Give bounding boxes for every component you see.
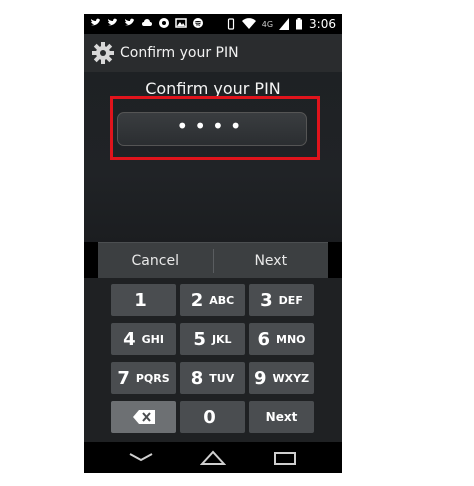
image-icon xyxy=(175,18,187,28)
pin-input[interactable]: •••• xyxy=(117,112,307,146)
key-number: 4 xyxy=(123,328,136,350)
back-icon[interactable] xyxy=(128,450,154,464)
delete-key[interactable] xyxy=(111,401,176,433)
pin-content-area: Confirm your PIN •••• xyxy=(84,72,342,242)
key-8[interactable]: 8 TUV xyxy=(180,362,245,394)
cancel-button[interactable]: Cancel xyxy=(98,243,213,279)
key-letters: WXYZ xyxy=(272,371,310,385)
backspace-icon xyxy=(132,410,155,424)
key-9[interactable]: 9 WXYZ xyxy=(249,362,314,394)
key-number: 7 xyxy=(117,367,130,389)
key-1[interactable]: 1 xyxy=(111,284,176,316)
key-number: 2 xyxy=(190,289,204,311)
key-0[interactable]: 0 xyxy=(180,401,245,433)
key-number: 0 xyxy=(203,406,216,428)
key-2[interactable]: 2 ABC xyxy=(180,284,245,316)
key-number: 6 xyxy=(257,328,270,350)
twitter-icon xyxy=(125,18,135,26)
network-type: 4G xyxy=(261,19,274,29)
key-number: 1 xyxy=(134,289,147,311)
key-3[interactable]: 3 DEF xyxy=(249,284,314,316)
key-letters: DEF xyxy=(278,293,303,307)
key-number: 9 xyxy=(253,367,267,389)
key-letters: PQRS xyxy=(135,371,170,385)
chrome-icon xyxy=(159,18,169,28)
spotify-icon xyxy=(193,18,203,28)
key-number: 8 xyxy=(190,367,204,389)
key-number: 3 xyxy=(260,289,273,311)
action-buttons-row: Cancel Next xyxy=(98,242,328,279)
numeric-keypad: 1 2 ABC 3 DEF 4 GHI 5 JKL 6 MNO 7 PQRS 8 xyxy=(84,278,342,442)
gear-icon xyxy=(92,42,114,64)
keypad-next-key[interactable]: Next xyxy=(249,401,314,433)
key-5[interactable]: 5 JKL xyxy=(180,323,245,355)
key-letters: TUV xyxy=(209,371,235,385)
cloud-icon xyxy=(142,19,152,26)
status-bar: 4G 3:06 xyxy=(84,14,342,34)
wifi-icon xyxy=(241,18,256,29)
key-number: 5 xyxy=(193,328,206,350)
key-7[interactable]: 7 PQRS xyxy=(111,362,176,394)
vibrate-icon xyxy=(227,18,234,30)
status-time: 3:06 xyxy=(309,17,336,31)
action-bar: Confirm your PIN xyxy=(84,34,342,73)
phone-screen: 4G 3:06 Confirm your PIN Confirm your PI… xyxy=(84,14,342,473)
navigation-bar xyxy=(84,442,342,473)
key-letters: JKL xyxy=(211,332,232,346)
action-bar-title: Confirm your PIN xyxy=(120,45,239,61)
next-button[interactable]: Next xyxy=(214,243,329,279)
recents-icon[interactable] xyxy=(272,450,298,466)
twitter-icon xyxy=(108,18,118,26)
key-letters: ABC xyxy=(209,293,235,307)
key-letters: MNO xyxy=(276,332,306,346)
twitter-icon xyxy=(91,18,101,26)
key-4[interactable]: 4 GHI xyxy=(111,323,176,355)
key-letters: GHI xyxy=(141,332,164,346)
battery-icon xyxy=(296,18,303,30)
home-icon[interactable] xyxy=(200,450,226,466)
key-6[interactable]: 6 MNO xyxy=(249,323,314,355)
signal-icon xyxy=(279,18,290,30)
